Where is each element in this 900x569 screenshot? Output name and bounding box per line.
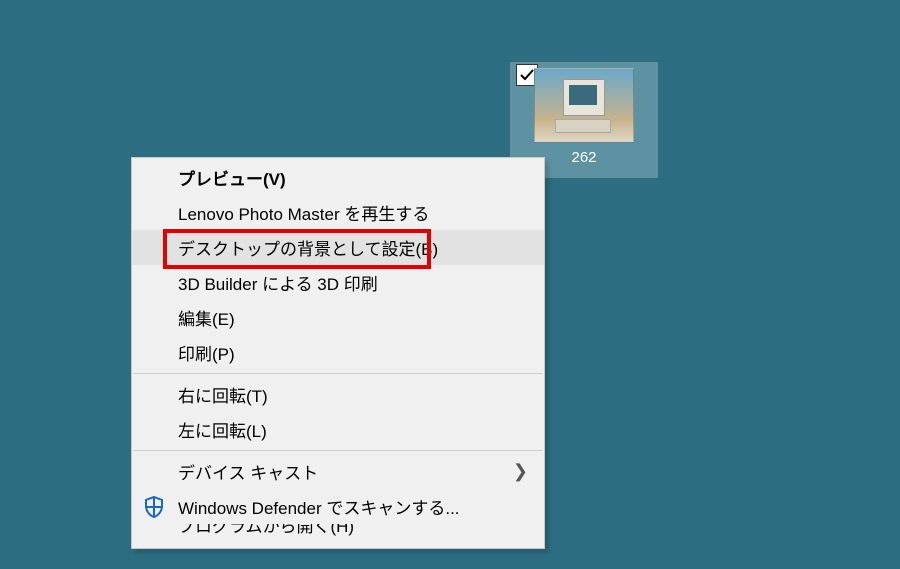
menu-label: 右に回転(T)	[178, 382, 268, 407]
menu-label: Lenovo Photo Master を再生する	[178, 200, 429, 225]
menu-label: 3D Builder による 3D 印刷	[178, 270, 378, 295]
menu-label: プレビュー(V)	[178, 165, 286, 190]
menu-label: Windows Defender でスキャンする...	[178, 494, 460, 519]
menu-item-3d-builder-print[interactable]: 3D Builder による 3D 印刷	[132, 265, 544, 300]
menu-item-set-as-desktop-background[interactable]: デスクトップの背景として設定(B)	[132, 230, 544, 265]
menu-item-lenovo-photo-master[interactable]: Lenovo Photo Master を再生する	[132, 195, 544, 230]
menu-item-windows-defender-scan[interactable]: Windows Defender でスキャンする...	[132, 489, 544, 524]
chevron-right-icon: ❯	[513, 461, 528, 482]
menu-item-preview[interactable]: プレビュー(V)	[132, 160, 544, 195]
defender-shield-icon	[140, 493, 168, 521]
context-menu: プレビュー(V) Lenovo Photo Master を再生する デスクトッ…	[131, 157, 545, 549]
menu-label: 編集(E)	[178, 305, 235, 330]
menu-separator	[133, 373, 543, 374]
menu-item-cast-to-device[interactable]: デバイス キャスト ❯	[132, 454, 544, 489]
menu-label: デスクトップの背景として設定(B)	[178, 235, 438, 260]
menu-separator	[133, 450, 543, 451]
menu-label: プログラムから開く(H)	[178, 524, 354, 537]
menu-item-rotate-right[interactable]: 右に回転(T)	[132, 377, 544, 412]
checkmark-icon	[519, 67, 535, 83]
menu-item-rotate-left[interactable]: 左に回転(L)	[132, 412, 544, 447]
menu-item-edit[interactable]: 編集(E)	[132, 300, 544, 335]
image-thumbnail	[534, 68, 634, 143]
icon-filename-label: 262	[571, 149, 596, 166]
menu-item-print[interactable]: 印刷(P)	[132, 335, 544, 370]
menu-label: デバイス キャスト	[178, 459, 318, 484]
menu-label: 左に回転(L)	[178, 417, 267, 442]
menu-label: 印刷(P)	[178, 340, 235, 365]
menu-item-open-with[interactable]: プログラムから開く(H)	[132, 524, 544, 546]
